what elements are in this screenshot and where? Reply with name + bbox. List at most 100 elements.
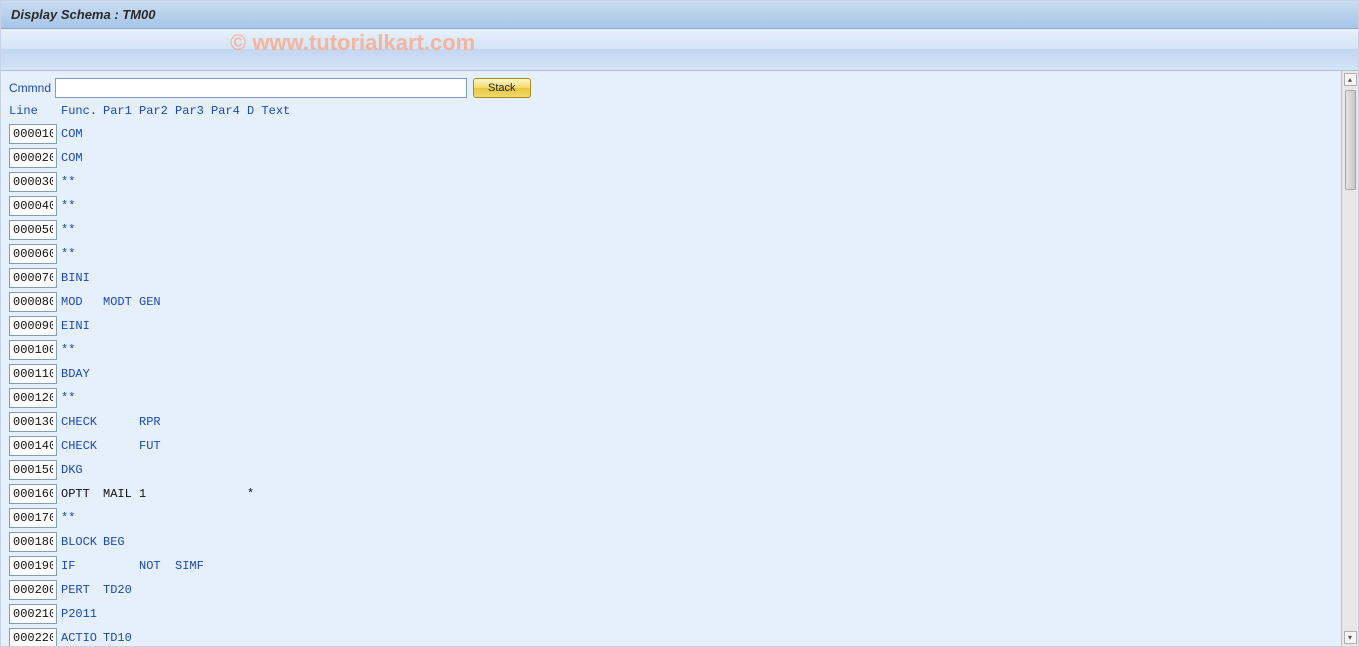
cell-par2[interactable]: GEN bbox=[139, 295, 175, 309]
cell-par1[interactable] bbox=[103, 559, 139, 573]
line-number-input[interactable] bbox=[9, 580, 57, 600]
cell-par2[interactable]: FUT bbox=[139, 439, 175, 453]
cell-par2[interactable] bbox=[139, 343, 175, 357]
cell-par2[interactable] bbox=[139, 463, 175, 477]
cell-func[interactable]: DKG bbox=[61, 463, 103, 477]
cell-par3[interactable]: SIMF bbox=[175, 559, 211, 573]
cell-par2[interactable] bbox=[139, 247, 175, 261]
cell-func[interactable]: ** bbox=[61, 343, 103, 357]
cell-par4[interactable] bbox=[211, 319, 247, 333]
cell-par1[interactable] bbox=[103, 199, 139, 213]
cell-func[interactable]: COM bbox=[61, 127, 103, 141]
line-number-input[interactable] bbox=[9, 604, 57, 624]
cell-par1[interactable]: MAIL bbox=[103, 487, 139, 501]
cell-d[interactable] bbox=[247, 223, 259, 237]
line-number-input[interactable] bbox=[9, 292, 57, 312]
cell-d[interactable] bbox=[247, 607, 259, 621]
cell-par1[interactable]: BEG bbox=[103, 535, 139, 549]
cell-func[interactable]: EINI bbox=[61, 319, 103, 333]
cell-par3[interactable] bbox=[175, 367, 211, 381]
line-number-input[interactable] bbox=[9, 316, 57, 336]
cell-par2[interactable] bbox=[139, 199, 175, 213]
cell-d[interactable] bbox=[247, 271, 259, 285]
line-number-input[interactable] bbox=[9, 532, 57, 552]
cell-par4[interactable] bbox=[211, 583, 247, 597]
cell-par2[interactable] bbox=[139, 391, 175, 405]
cell-par1[interactable] bbox=[103, 127, 139, 141]
cell-d[interactable] bbox=[247, 415, 259, 429]
cell-par1[interactable]: TD20 bbox=[103, 583, 139, 597]
line-number-input[interactable] bbox=[9, 388, 57, 408]
cell-par2[interactable]: 1 bbox=[139, 487, 175, 501]
cell-d[interactable] bbox=[247, 391, 259, 405]
cell-par3[interactable] bbox=[175, 607, 211, 621]
cell-par4[interactable] bbox=[211, 295, 247, 309]
cell-par1[interactable] bbox=[103, 223, 139, 237]
line-number-input[interactable] bbox=[9, 124, 57, 144]
cell-func[interactable]: COM bbox=[61, 151, 103, 165]
cell-d[interactable] bbox=[247, 295, 259, 309]
cell-par2[interactable] bbox=[139, 319, 175, 333]
cell-par4[interactable] bbox=[211, 391, 247, 405]
cell-d[interactable] bbox=[247, 247, 259, 261]
cell-par4[interactable] bbox=[211, 511, 247, 525]
cell-par4[interactable] bbox=[211, 535, 247, 549]
cell-par2[interactable] bbox=[139, 367, 175, 381]
cell-par4[interactable] bbox=[211, 343, 247, 357]
cell-par1[interactable]: MODT bbox=[103, 295, 139, 309]
cell-par1[interactable] bbox=[103, 271, 139, 285]
command-input[interactable] bbox=[55, 78, 467, 98]
line-number-input[interactable] bbox=[9, 220, 57, 240]
cell-d[interactable] bbox=[247, 511, 259, 525]
line-number-input[interactable] bbox=[9, 196, 57, 216]
cell-par4[interactable] bbox=[211, 607, 247, 621]
cell-par3[interactable] bbox=[175, 271, 211, 285]
cell-func[interactable]: P2011 bbox=[61, 607, 103, 621]
cell-par3[interactable] bbox=[175, 343, 211, 357]
cell-par4[interactable] bbox=[211, 199, 247, 213]
cell-par3[interactable] bbox=[175, 463, 211, 477]
cell-par3[interactable] bbox=[175, 295, 211, 309]
cell-par2[interactable] bbox=[139, 223, 175, 237]
line-number-input[interactable] bbox=[9, 340, 57, 360]
cell-d[interactable] bbox=[247, 343, 259, 357]
cell-d[interactable] bbox=[247, 151, 259, 165]
cell-func[interactable]: BLOCK bbox=[61, 535, 103, 549]
cell-par1[interactable]: TD10 bbox=[103, 631, 139, 645]
cell-par4[interactable] bbox=[211, 487, 247, 501]
cell-par4[interactable] bbox=[211, 271, 247, 285]
line-number-input[interactable] bbox=[9, 172, 57, 192]
vertical-scrollbar[interactable]: ▴ ▾ bbox=[1341, 71, 1358, 646]
cell-par1[interactable] bbox=[103, 175, 139, 189]
cell-par2[interactable] bbox=[139, 511, 175, 525]
cell-func[interactable]: PERT bbox=[61, 583, 103, 597]
cell-func[interactable]: IF bbox=[61, 559, 103, 573]
cell-par1[interactable] bbox=[103, 247, 139, 261]
line-number-input[interactable] bbox=[9, 556, 57, 576]
cell-par2[interactable] bbox=[139, 583, 175, 597]
stack-button[interactable]: Stack bbox=[473, 78, 531, 98]
cell-d[interactable] bbox=[247, 439, 259, 453]
cell-d[interactable] bbox=[247, 631, 259, 645]
cell-par4[interactable] bbox=[211, 559, 247, 573]
cell-par3[interactable] bbox=[175, 439, 211, 453]
cell-d[interactable] bbox=[247, 127, 259, 141]
cell-d[interactable] bbox=[247, 319, 259, 333]
cell-func[interactable]: ** bbox=[61, 247, 103, 261]
cell-func[interactable]: BINI bbox=[61, 271, 103, 285]
cell-par4[interactable] bbox=[211, 127, 247, 141]
cell-d[interactable] bbox=[247, 535, 259, 549]
cell-par4[interactable] bbox=[211, 415, 247, 429]
cell-par3[interactable] bbox=[175, 535, 211, 549]
cell-par3[interactable] bbox=[175, 391, 211, 405]
cell-par4[interactable] bbox=[211, 463, 247, 477]
cell-d[interactable]: * bbox=[247, 487, 259, 501]
cell-par3[interactable] bbox=[175, 247, 211, 261]
cell-par3[interactable] bbox=[175, 583, 211, 597]
cell-func[interactable]: MOD bbox=[61, 295, 103, 309]
cell-par3[interactable] bbox=[175, 223, 211, 237]
cell-d[interactable] bbox=[247, 175, 259, 189]
cell-func[interactable]: OPTT bbox=[61, 487, 103, 501]
cell-func[interactable]: BDAY bbox=[61, 367, 103, 381]
cell-func[interactable]: ** bbox=[61, 223, 103, 237]
